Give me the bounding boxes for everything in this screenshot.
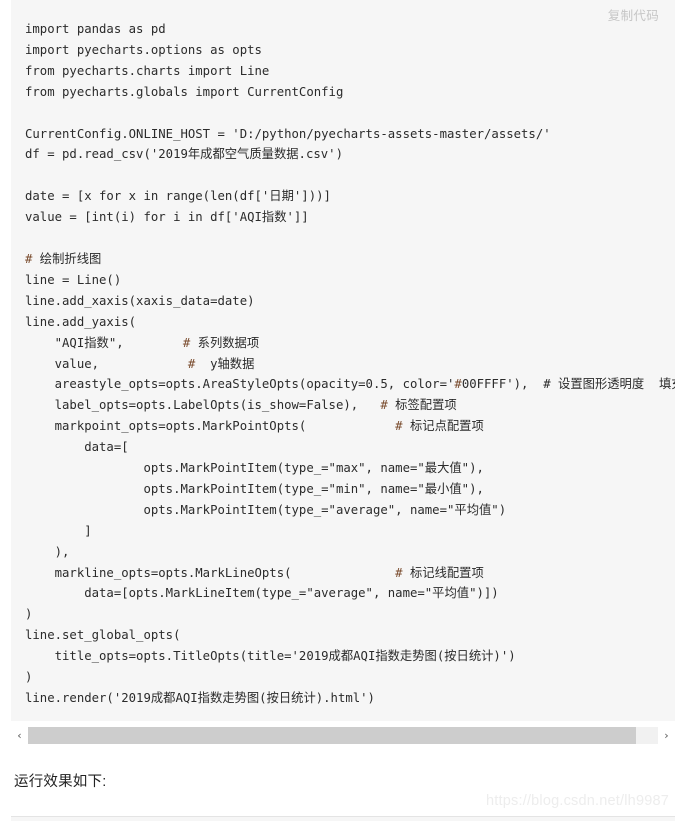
code-line: line.set_global_opts(: [25, 628, 181, 643]
code-line: label_opts=opts.LabelOpts(is_show=False)…: [25, 398, 457, 413]
code-line: ),: [25, 544, 70, 559]
code-line: markline_opts=opts.MarkLineOpts( # 标记线配置…: [25, 565, 484, 580]
code-line: ]: [25, 523, 92, 538]
code-line: line.add_yaxis(: [25, 314, 137, 329]
code-line: opts.MarkPointItem(type_="average", name…: [25, 502, 507, 517]
code-block: import pandas as pd import pyecharts.opti…: [11, 0, 675, 721]
code-line: markpoint_opts=opts.MarkPointOpts( # 标记点…: [25, 419, 484, 434]
horizontal-scrollbar[interactable]: ‹ ›: [11, 727, 675, 744]
code-line: import pandas as pd: [25, 22, 166, 36]
code-line: title_opts=opts.TitleOpts(title='2019成都A…: [25, 649, 516, 664]
code-line: line.render('2019成都AQI指数走势图(按日统计).html'): [25, 691, 375, 705]
code-line: value, # y轴数据: [25, 356, 255, 371]
scroll-left-arrow-icon[interactable]: ‹: [11, 727, 28, 744]
next-content-block-edge: [11, 816, 675, 821]
code-line: from pyecharts.charts import Line: [25, 63, 270, 78]
code-line: data=[: [25, 440, 129, 455]
code-line: date = [x for x in range(len(df['日期']))]: [25, 189, 331, 204]
code-line: df = pd.read_csv('2019年成都空气质量数据.csv'): [25, 147, 343, 162]
code-line: "AQI指数", # 系列数据项: [25, 335, 260, 350]
code-line: value = [int(i) for i in df['AQI指数']]: [25, 210, 309, 225]
code-line: line.add_xaxis(xaxis_data=date): [25, 293, 255, 308]
code-line: ): [25, 670, 33, 685]
code-content[interactable]: import pandas as pd import pyecharts.opti…: [11, 0, 675, 719]
scrollbar-track[interactable]: [28, 727, 658, 744]
scroll-right-arrow-icon[interactable]: ›: [658, 727, 675, 744]
code-line: # 绘制折线图: [25, 251, 102, 266]
copy-code-button[interactable]: 复制代码: [608, 9, 659, 23]
code-line: line = Line(): [25, 272, 122, 287]
code-line: CurrentConfig.ONLINE_HOST = 'D:/python/p…: [25, 126, 551, 141]
code-line: opts.MarkPointItem(type_="min", name="最小…: [25, 481, 484, 496]
code-line: import pyecharts.options as opts: [25, 42, 262, 57]
blog-watermark: https://blog.csdn.net/lh9987: [486, 793, 669, 809]
code-line: ): [25, 607, 33, 622]
result-caption: 运行效果如下:: [14, 774, 107, 790]
code-line: areastyle_opts=opts.AreaStyleOpts(opacit…: [25, 377, 675, 392]
code-scroll-viewport[interactable]: import pandas as pd import pyecharts.opti…: [11, 0, 675, 721]
code-line: data=[opts.MarkLineItem(type_="average",…: [25, 586, 499, 601]
code-line: opts.MarkPointItem(type_="max", name="最大…: [25, 461, 484, 476]
scrollbar-thumb[interactable]: [28, 727, 636, 744]
code-line: from pyecharts.globals import CurrentCon…: [25, 84, 344, 99]
